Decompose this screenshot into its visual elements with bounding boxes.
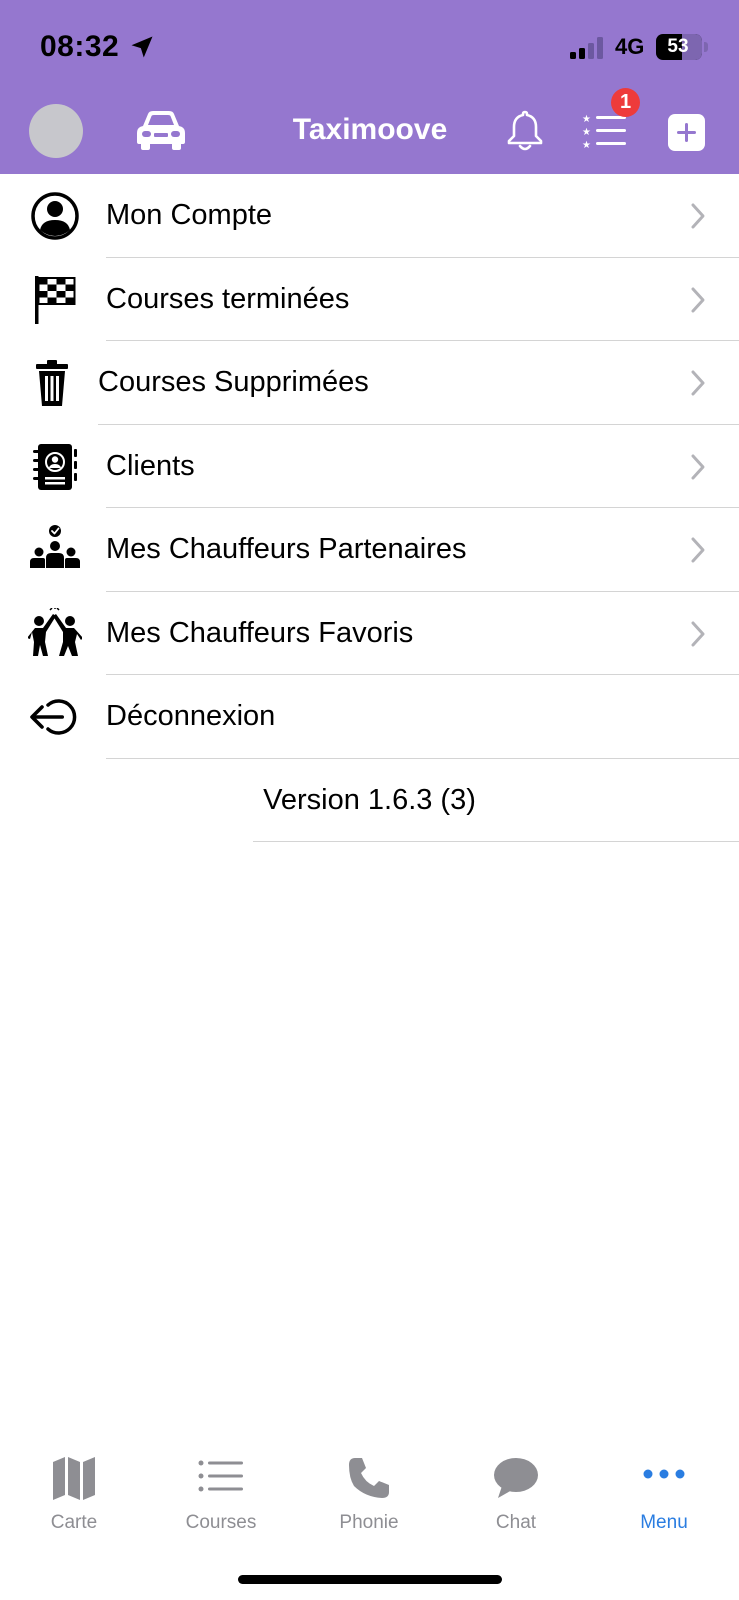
chevron-right-icon [691,370,705,396]
menu-item-label: Mes Chauffeurs Favoris [106,616,414,649]
menu-item-courses-supprimees[interactable]: Courses Supprimées [0,341,739,425]
version-row: Version 1.6.3 (3) [0,759,739,842]
bell-icon[interactable] [503,108,547,152]
menu-item-chauffeurs-partenaires[interactable]: Mes Chauffeurs Partenaires [0,508,739,592]
version-label: Version 1.6.3 (3) [263,783,476,816]
tab-label: Carte [50,1512,98,1533]
menu-item-label: Mes Chauffeurs Partenaires [106,533,467,565]
svg-text:★: ★ [582,114,591,125]
nav-bar: Taximoove ★ ★ ★ 1 [0,88,739,174]
battery-nub [704,42,708,52]
divider [253,841,739,842]
more-dots-icon [643,1469,685,1479]
app-title: Taximoove [292,113,448,146]
menu-list: Mon Compte Courses terminées Courses Sup… [0,174,739,842]
chevron-right-icon [691,537,705,563]
menu-item-label: Courses terminées [106,282,350,315]
chevron-right-icon [691,287,705,312]
tab-label: Phonie [339,1512,399,1533]
status-bar: 08:32 4G 53 [0,0,739,95]
menu-item-label: Courses Supprimées [98,366,369,398]
svg-text:★: ★ [582,140,591,150]
team-icon [30,525,80,568]
menu-item-chauffeurs-favoris[interactable]: Mes Chauffeurs Favoris [0,592,739,675]
menu-item-label: Clients [106,449,195,482]
chat-bubble-icon [494,1458,538,1498]
phone-icon [349,1458,389,1498]
menu-item-deconnexion[interactable]: Déconnexion [0,675,739,759]
starred-list-icon[interactable]: ★ ★ ★ [582,112,628,150]
trash-icon [36,360,68,406]
high-five-icon [28,607,82,656]
menu-item-clients[interactable]: Clients [0,425,739,508]
svg-text:★: ★ [582,127,591,138]
plus-icon [677,123,696,142]
logout-icon [30,699,77,735]
home-indicator [238,1575,502,1584]
location-arrow-icon [131,36,153,58]
avatar[interactable] [29,104,83,158]
car-icon[interactable] [135,108,187,152]
account-icon [31,192,79,240]
cellular-signal-icon [570,37,603,59]
notification-badge: 1 [611,88,640,117]
checkered-flag-icon [35,275,76,324]
app-header: 08:32 4G 53 Taximoove ★ ★ ★ 1 [0,0,739,174]
battery-percent: 53 [667,36,689,57]
chevron-right-icon [691,203,705,229]
tab-label: Courses [185,1512,257,1533]
chevron-right-icon [691,454,705,479]
map-icon [53,1457,95,1500]
status-time: 08:32 [40,30,120,63]
chevron-right-icon [691,621,705,646]
menu-item-mon-compte[interactable]: Mon Compte [0,174,739,258]
tab-carte[interactable]: Carte [0,1440,148,1540]
contacts-book-icon [33,443,77,490]
tab-courses[interactable]: Courses [147,1440,295,1540]
tab-chat[interactable]: Chat [442,1440,590,1540]
tab-label: Menu [640,1512,688,1533]
tab-label: Chat [495,1512,537,1533]
menu-item-label: Mon Compte [106,199,273,231]
tab-menu[interactable]: Menu [590,1440,738,1540]
network-type: 4G [615,34,645,59]
list-icon [198,1460,243,1492]
menu-item-label: Déconnexion [106,700,276,732]
battery-icon: 53 [656,34,702,60]
menu-item-courses-terminees[interactable]: Courses terminées [0,258,739,341]
tab-phonie[interactable]: Phonie [295,1440,443,1540]
add-button[interactable] [668,114,705,151]
